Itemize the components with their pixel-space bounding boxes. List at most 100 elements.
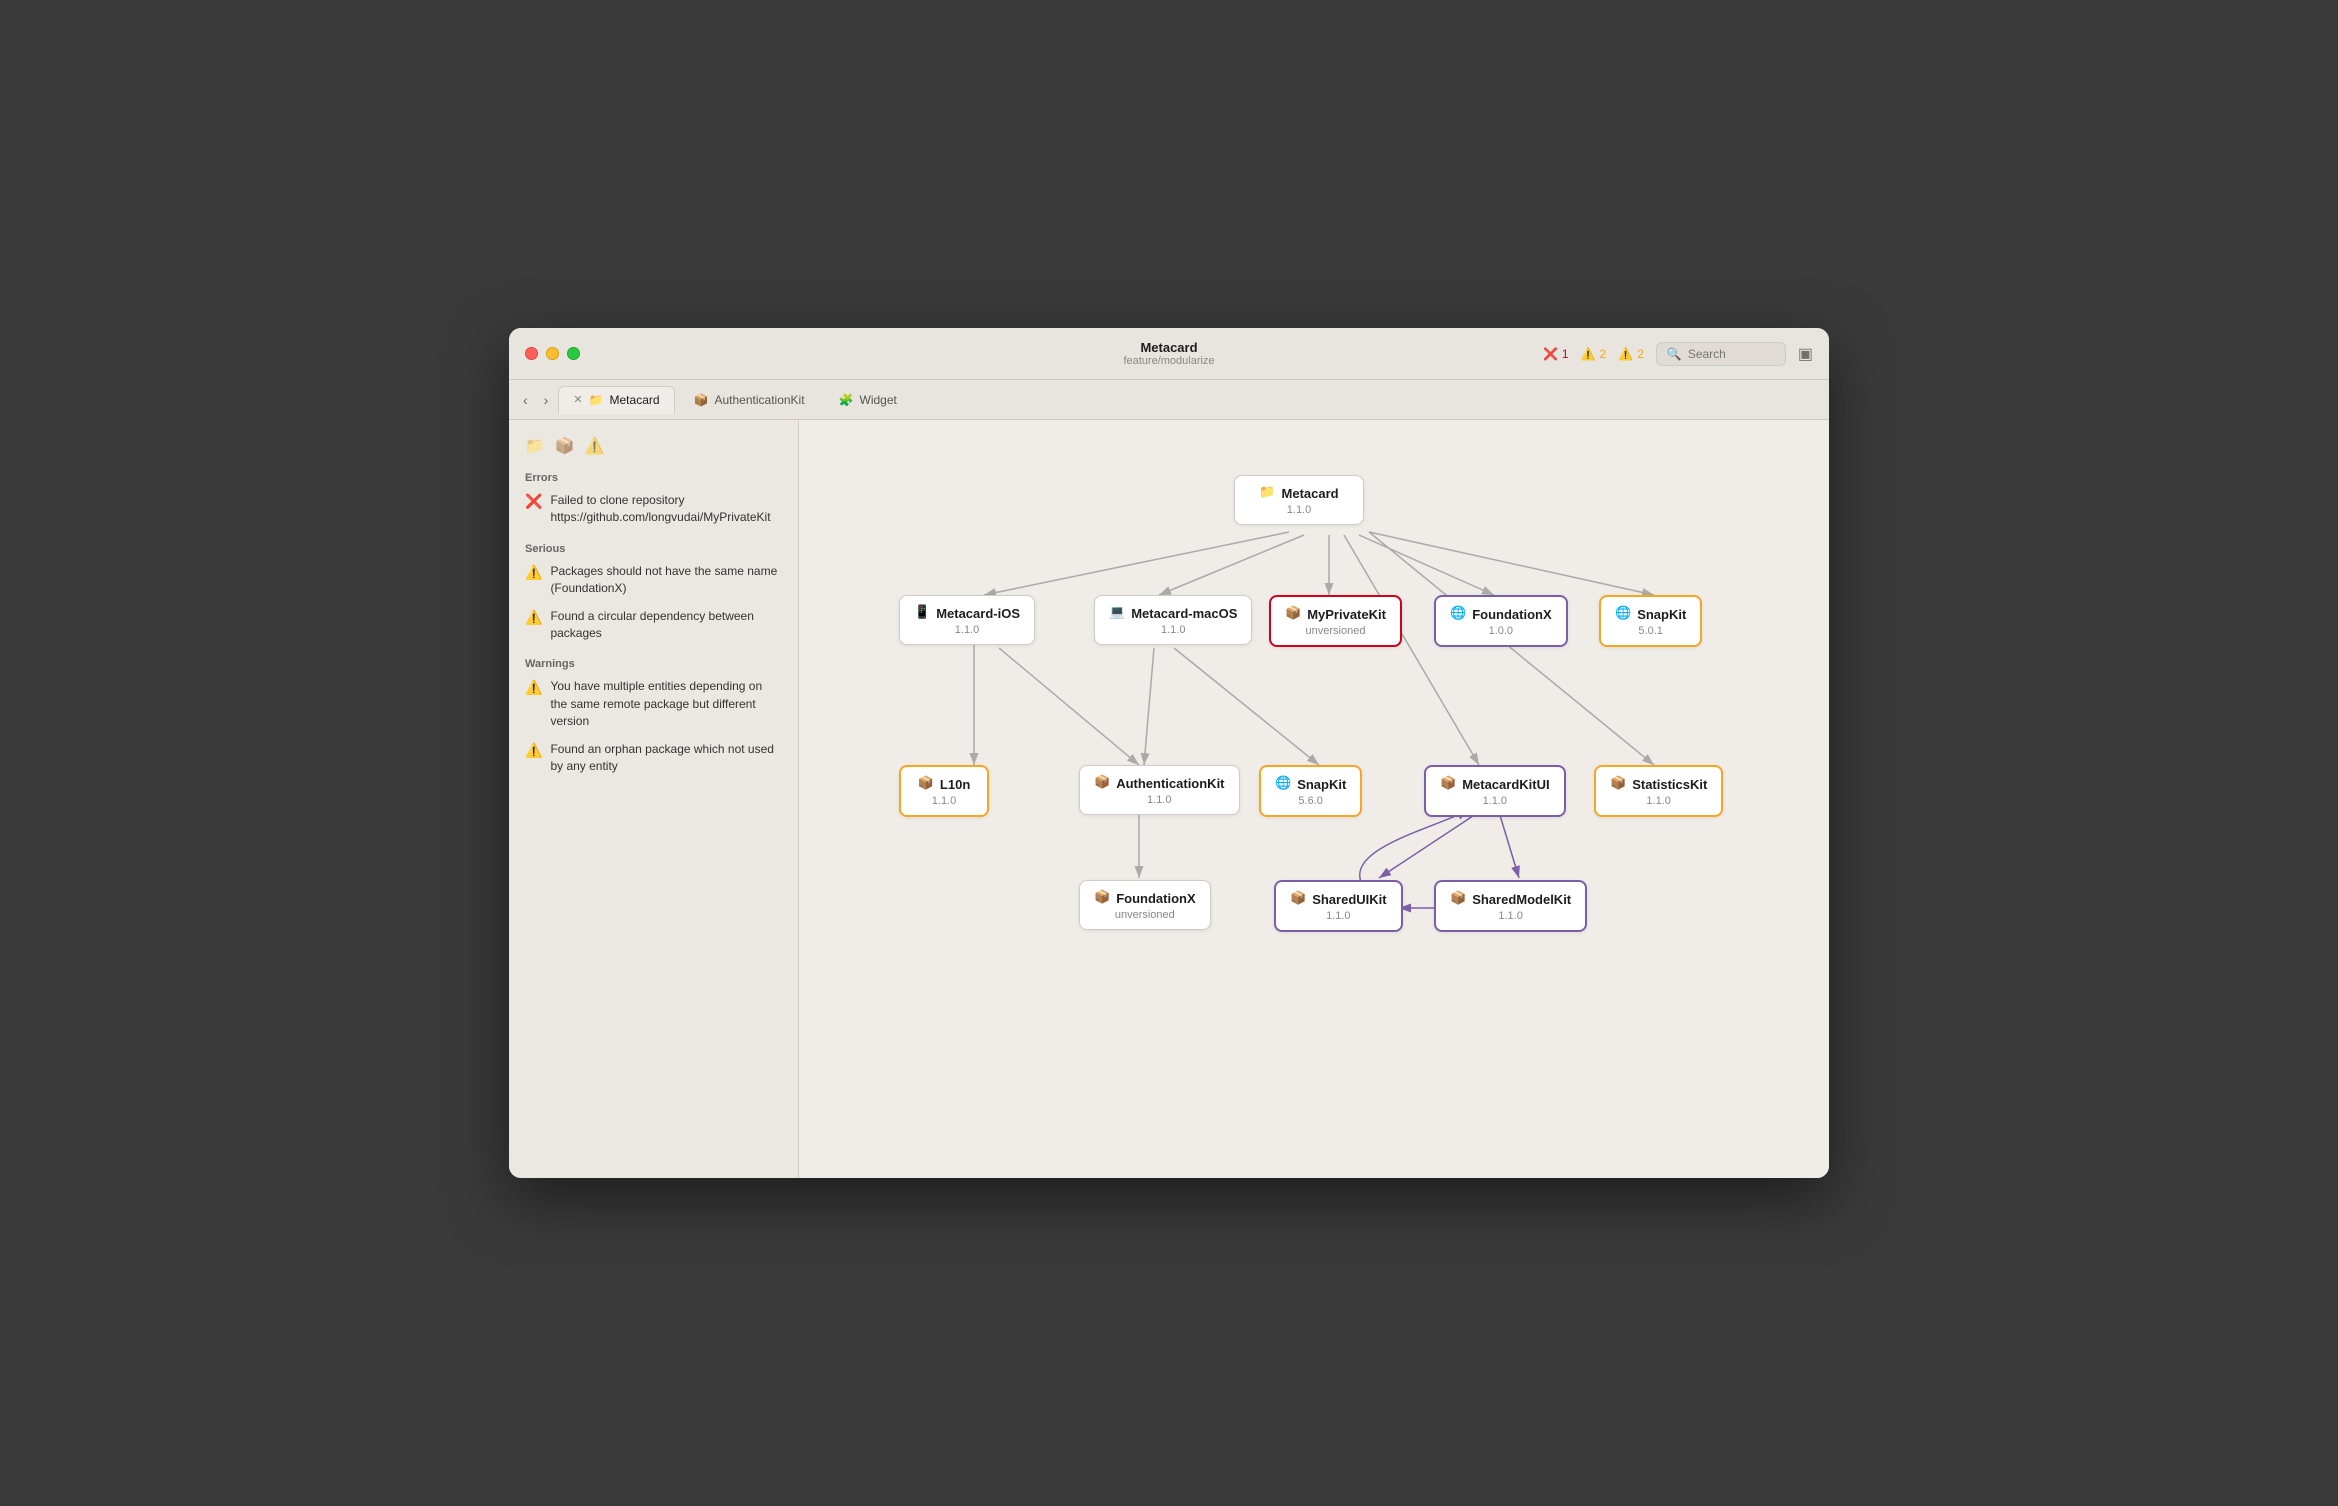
titlebar-right: ❌ 1 ⚠️ 2 ⚠️ 2 🔍 ▣ — [1543, 342, 1813, 366]
serious-section: Serious ⚠️ Packages should not have the … — [525, 543, 782, 643]
metacard-macos-name: Metacard-macOS — [1131, 606, 1237, 621]
l10n-icon: 📦 — [918, 775, 934, 791]
issue-item[interactable]: ❌ Failed to clone repository https://git… — [525, 492, 782, 527]
issue-item[interactable]: ⚠️ Found a circular dependency between p… — [525, 608, 782, 643]
search-input[interactable] — [1688, 347, 1775, 361]
alert-icon[interactable]: ⚠️ — [585, 436, 605, 456]
snapkit-bottom-version: 5.6.0 — [1298, 795, 1322, 807]
foundationx-top-name: FoundationX — [1472, 607, 1551, 622]
serious-issue-icon-1: ⚠️ — [525, 564, 542, 581]
tab-close-icon[interactable]: ✕ — [573, 393, 582, 406]
error-icon: ❌ — [1543, 347, 1558, 361]
package-icon[interactable]: 📦 — [555, 436, 575, 456]
forward-button[interactable]: › — [538, 388, 555, 412]
metacard-version: 1.1.0 — [1287, 504, 1311, 516]
foundationx-bottom-icon: 📦 — [1094, 889, 1110, 905]
error-count: 1 — [1562, 347, 1569, 361]
warning-count: 2 — [1637, 347, 1644, 361]
snapkit-top-icon: 🌐 — [1615, 605, 1631, 621]
sidebar-toolbar: 📁 📦 ⚠️ — [525, 436, 782, 456]
node-statisticskit[interactable]: 📦 StatisticsKit 1.1.0 — [1594, 765, 1723, 817]
search-box[interactable]: 🔍 — [1656, 342, 1786, 366]
serious-section-title: Serious — [525, 543, 782, 555]
app-window: Metacard feature/modularize ❌ 1 ⚠️ 2 ⚠️ … — [509, 328, 1829, 1178]
foundationx-top-version: 1.0.0 — [1489, 625, 1513, 637]
issue-item[interactable]: ⚠️ Found an orphan package which not use… — [525, 741, 782, 776]
titlebar-center: Metacard feature/modularize — [1123, 340, 1214, 367]
warnings-section-title: Warnings — [525, 658, 782, 670]
node-metacard[interactable]: 📁 Metacard 1.1.0 — [1234, 475, 1364, 525]
tabbar: ‹ › ✕ 📁 Metacard 📦 AuthenticationKit 🧩 W… — [509, 380, 1829, 420]
node-foundationx-bottom[interactable]: 📦 FoundationX unversioned — [1079, 880, 1211, 930]
myprivatekit-version: unversioned — [1306, 625, 1366, 637]
errors-section-title: Errors — [525, 472, 782, 484]
error-issue-icon: ❌ — [525, 493, 542, 510]
node-sharedmodelkit[interactable]: 📦 SharedModelKit 1.1.0 — [1434, 880, 1587, 932]
sharedmodelkit-icon: 📦 — [1450, 890, 1466, 906]
snapkit-top-name: SnapKit — [1637, 607, 1686, 622]
foundationx-bottom-version: unversioned — [1115, 909, 1175, 921]
back-button[interactable]: ‹ — [517, 388, 534, 412]
serious-badge: ⚠️ 2 — [1581, 347, 1607, 361]
layout-icon[interactable]: ▣ — [1798, 344, 1813, 364]
folder-icon[interactable]: 📁 — [525, 436, 545, 456]
node-l10n[interactable]: 📦 L10n 1.1.0 — [899, 765, 989, 817]
myprivatekit-icon: 📦 — [1285, 605, 1301, 621]
sidebar: 📁 📦 ⚠️ Errors ❌ Failed to clone reposito… — [509, 420, 799, 1178]
tab-label-widget: Widget — [860, 393, 897, 407]
search-icon: 🔍 — [1667, 347, 1682, 361]
shareduikit-name: SharedUIKit — [1312, 892, 1386, 907]
metacard-ios-icon: 📱 — [914, 604, 930, 620]
node-snapkit-bottom[interactable]: 🌐 SnapKit 5.6.0 — [1259, 765, 1362, 817]
foundationx-bottom-name: FoundationX — [1116, 891, 1195, 906]
node-authenticationkit[interactable]: 📦 AuthenticationKit 1.1.0 — [1079, 765, 1240, 815]
tab-icon-widget: 🧩 — [839, 393, 854, 407]
node-shareduikit[interactable]: 📦 SharedUIKit 1.1.0 — [1274, 880, 1403, 932]
tab-authenticationkit[interactable]: 📦 AuthenticationKit — [679, 386, 820, 414]
l10n-name: L10n — [940, 777, 970, 792]
tab-icon-metacard: 📁 — [589, 393, 604, 407]
sharedmodelkit-name: SharedModelKit — [1472, 892, 1571, 907]
metacard-ios-name: Metacard-iOS — [936, 606, 1020, 621]
tab-icon-authkit: 📦 — [694, 393, 709, 407]
authkit-version: 1.1.0 — [1147, 794, 1171, 806]
metacardkitui-version: 1.1.0 — [1483, 795, 1507, 807]
metacard-icon: 📁 — [1259, 484, 1275, 500]
warning-issue-text-2: Found an orphan package which not used b… — [550, 741, 782, 776]
serious-issue-text-2: Found a circular dependency between pack… — [550, 608, 782, 643]
statisticskit-version: 1.1.0 — [1646, 795, 1670, 807]
snapkit-top-version: 5.0.1 — [1638, 625, 1662, 637]
authkit-icon: 📦 — [1094, 774, 1110, 790]
warning-issue-icon-2: ⚠️ — [525, 742, 542, 759]
maximize-button[interactable] — [567, 347, 580, 360]
graph-canvas: 📁 Metacard 1.1.0 📱 Metacard-iOS 1.1.0 💻 … — [799, 420, 1829, 1178]
serious-issue-icon-2: ⚠️ — [525, 609, 542, 626]
node-foundationx-top[interactable]: 🌐 FoundationX 1.0.0 — [1434, 595, 1568, 647]
serious-icon: ⚠️ — [1581, 347, 1596, 361]
metacardkitui-icon: 📦 — [1440, 775, 1456, 791]
statisticskit-name: StatisticsKit — [1632, 777, 1707, 792]
node-snapkit-top[interactable]: 🌐 SnapKit 5.0.1 — [1599, 595, 1702, 647]
l10n-version: 1.1.0 — [932, 795, 956, 807]
tab-metacard[interactable]: ✕ 📁 Metacard — [558, 386, 674, 414]
snapkit-bottom-icon: 🌐 — [1275, 775, 1291, 791]
node-metacard-macos[interactable]: 💻 Metacard-macOS 1.1.0 — [1094, 595, 1252, 645]
main-content: 📁 📦 ⚠️ Errors ❌ Failed to clone reposito… — [509, 420, 1829, 1178]
node-myprivatekit[interactable]: 📦 MyPrivateKit unversioned — [1269, 595, 1402, 647]
metacard-name: Metacard — [1282, 486, 1339, 501]
tab-label-authkit: AuthenticationKit — [715, 393, 805, 407]
minimize-button[interactable] — [546, 347, 559, 360]
warning-issue-text-1: You have multiple entities depending on … — [550, 678, 782, 730]
warning-badge: ⚠️ 2 — [1618, 347, 1644, 361]
issue-item[interactable]: ⚠️ Packages should not have the same nam… — [525, 563, 782, 598]
issue-item[interactable]: ⚠️ You have multiple entities depending … — [525, 678, 782, 730]
tab-widget[interactable]: 🧩 Widget — [824, 386, 912, 414]
sharedmodelkit-version: 1.1.0 — [1498, 910, 1522, 922]
shareduikit-icon: 📦 — [1290, 890, 1306, 906]
close-button[interactable] — [525, 347, 538, 360]
authkit-name: AuthenticationKit — [1116, 776, 1224, 791]
node-metacardkitui[interactable]: 📦 MetacardKitUI 1.1.0 — [1424, 765, 1566, 817]
window-subtitle: feature/modularize — [1123, 355, 1214, 367]
foundationx-top-icon: 🌐 — [1450, 605, 1466, 621]
node-metacard-ios[interactable]: 📱 Metacard-iOS 1.1.0 — [899, 595, 1035, 645]
